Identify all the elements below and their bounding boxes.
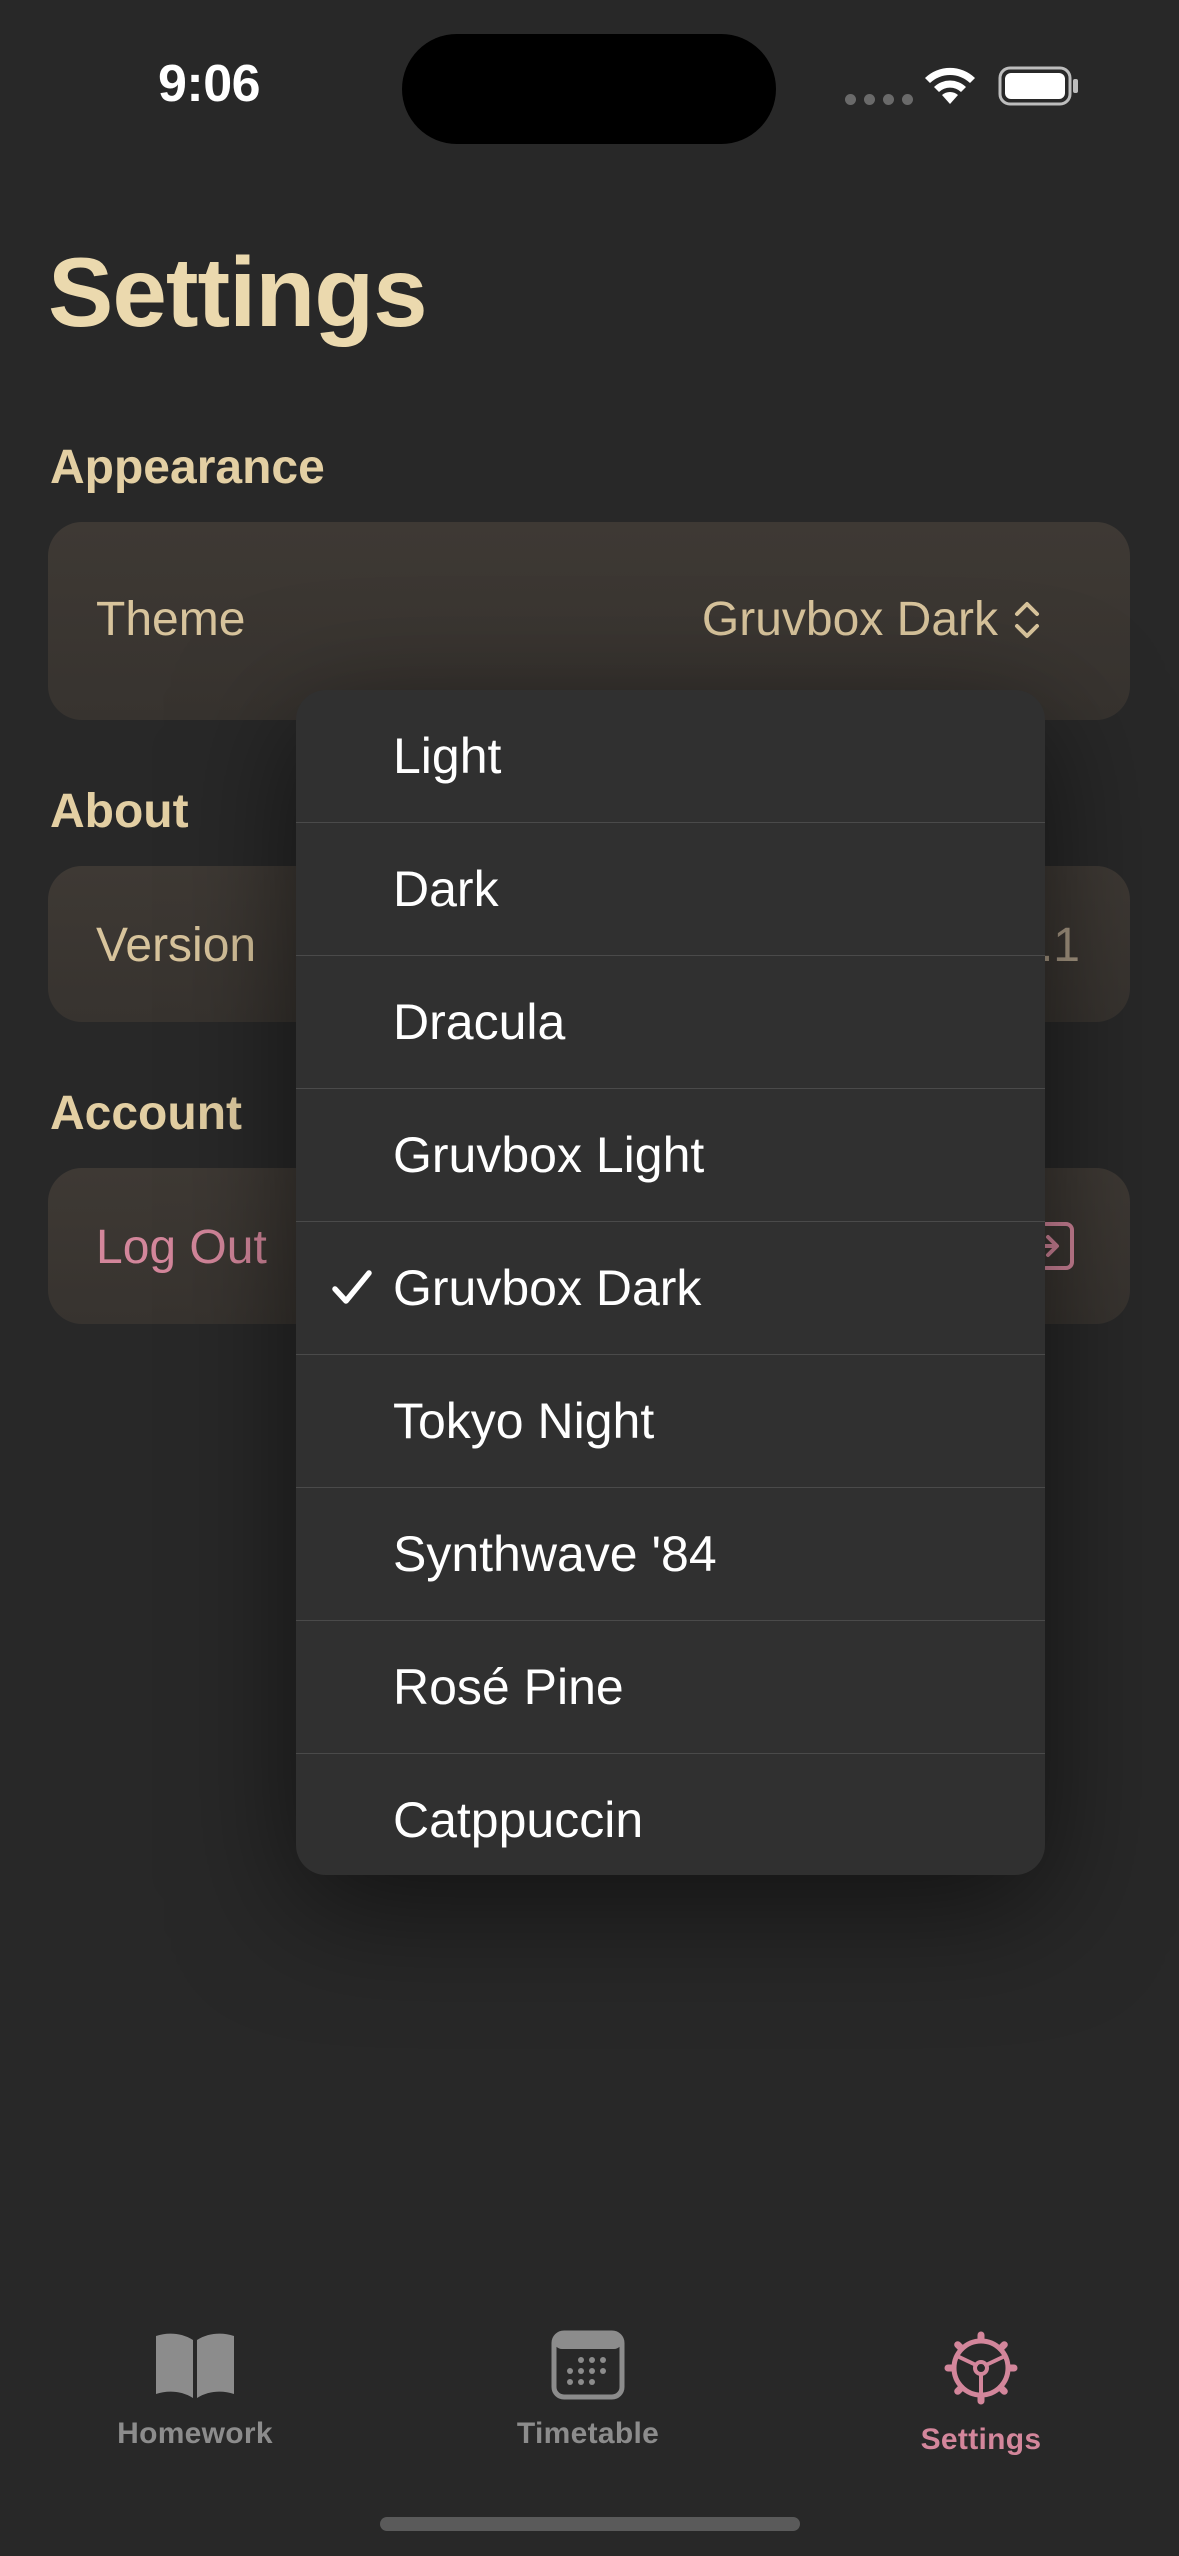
status-bar: 9:06 bbox=[0, 0, 1179, 170]
theme-menu: Light Dark Dracula Gruvbox Light Gruvbox… bbox=[296, 690, 1045, 1875]
theme-picker[interactable]: Gruvbox Dark bbox=[702, 592, 1042, 647]
calendar-icon bbox=[551, 2330, 625, 2400]
menu-item-label: Tokyo Night bbox=[393, 1393, 655, 1449]
menu-item-gruvbox-dark[interactable]: Gruvbox Dark bbox=[296, 1222, 1045, 1355]
menu-item-light[interactable]: Light bbox=[296, 690, 1045, 823]
tab-settings[interactable]: Settings bbox=[851, 2330, 1111, 2457]
tab-homework[interactable]: Homework bbox=[65, 2330, 325, 2451]
cellular-signal-icon bbox=[845, 94, 913, 105]
dynamic-island bbox=[402, 34, 776, 144]
menu-item-catppuccin[interactable]: Catppuccin bbox=[296, 1754, 1045, 1875]
logout-label: Log Out bbox=[96, 1221, 267, 1274]
book-icon bbox=[156, 2333, 234, 2398]
section-title-about: About bbox=[50, 785, 189, 838]
menu-item-gruvbox-light[interactable]: Gruvbox Light bbox=[296, 1089, 1045, 1222]
menu-item-rose-pine[interactable]: Rosé Pine bbox=[296, 1621, 1045, 1754]
tab-label: Settings bbox=[920, 2423, 1042, 2456]
page-title: Settings bbox=[48, 237, 428, 347]
version-label: Version bbox=[96, 919, 257, 972]
menu-item-label: Dark bbox=[393, 861, 499, 917]
menu-item-label: Catppuccin bbox=[393, 1792, 644, 1848]
section-title-account: Account bbox=[50, 1087, 242, 1140]
menu-item-synthwave-84[interactable]: Synthwave '84 bbox=[296, 1488, 1045, 1621]
wifi-icon bbox=[925, 67, 975, 104]
menu-item-label: Gruvbox Light bbox=[393, 1127, 705, 1183]
menu-item-label: Light bbox=[393, 728, 502, 784]
tab-label: Timetable bbox=[516, 2417, 660, 2450]
status-time: 9:06 bbox=[158, 55, 261, 113]
tab-label: Homework bbox=[117, 2417, 273, 2450]
menu-item-tokyo-night[interactable]: Tokyo Night bbox=[296, 1355, 1045, 1488]
menu-item-dracula[interactable]: Dracula bbox=[296, 956, 1045, 1089]
home-indicator bbox=[380, 2517, 800, 2531]
menu-item-dark[interactable]: Dark bbox=[296, 823, 1045, 956]
checkmark-icon bbox=[332, 1270, 372, 1304]
menu-item-label: Gruvbox Dark bbox=[393, 1260, 702, 1316]
section-title-appearance: Appearance bbox=[50, 441, 325, 494]
version-value: .1 bbox=[1039, 919, 1080, 972]
chevron-up-down-icon bbox=[1015, 601, 1039, 638]
theme-value: Gruvbox Dark bbox=[701, 593, 998, 646]
menu-item-label: Synthwave '84 bbox=[393, 1526, 717, 1582]
battery-icon bbox=[998, 66, 1078, 106]
menu-item-label: Dracula bbox=[393, 994, 566, 1050]
menu-item-label: Rosé Pine bbox=[393, 1659, 624, 1715]
theme-label: Theme bbox=[96, 593, 246, 646]
tab-timetable[interactable]: Timetable bbox=[458, 2330, 718, 2451]
gear-icon bbox=[944, 2331, 1018, 2405]
